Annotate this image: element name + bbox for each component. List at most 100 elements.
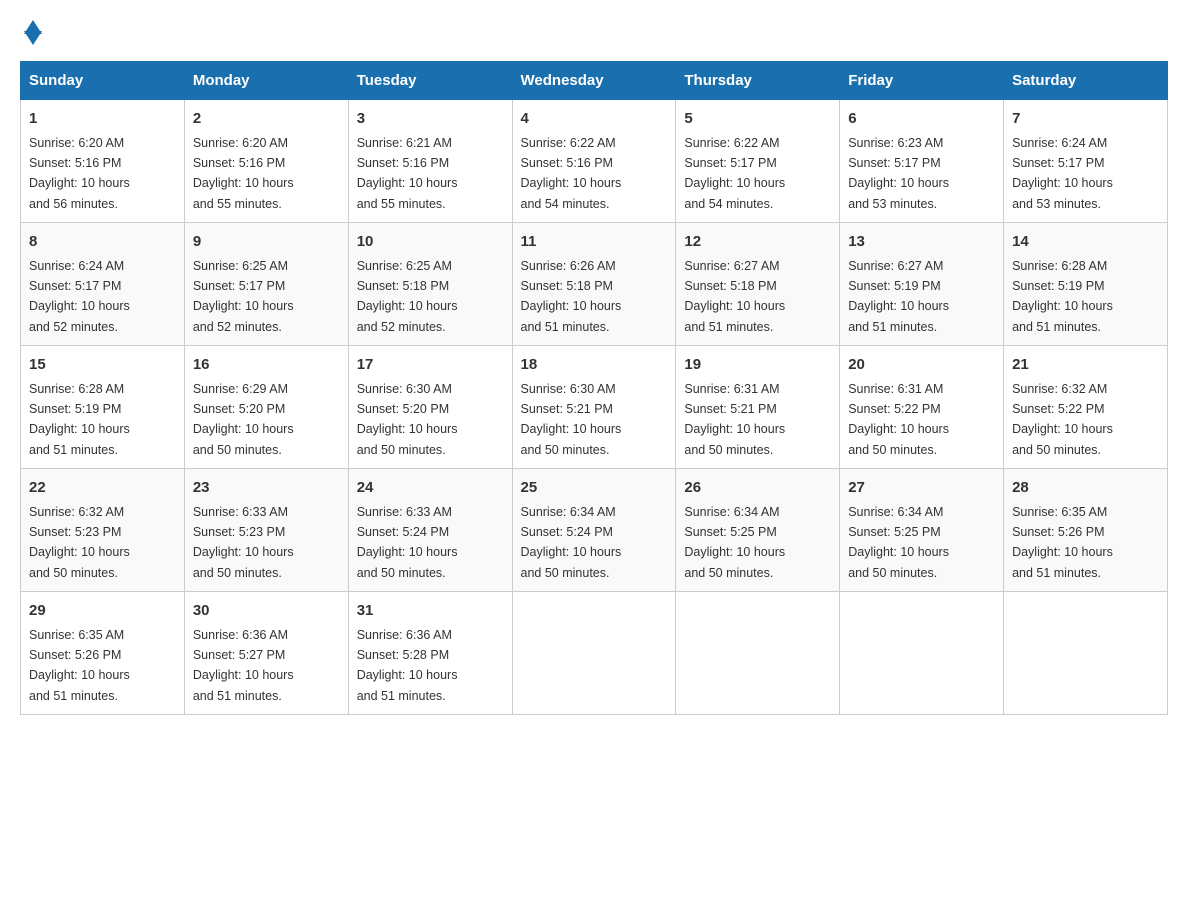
day-number: 31 [357,600,504,623]
calendar-cell: 14 Sunrise: 6:28 AMSunset: 5:19 PMDaylig… [1004,223,1168,346]
calendar-cell: 28 Sunrise: 6:35 AMSunset: 5:26 PMDaylig… [1004,469,1168,592]
day-number: 8 [29,231,176,254]
day-number: 10 [357,231,504,254]
day-detail: Sunrise: 6:34 AMSunset: 5:25 PMDaylight:… [848,505,949,580]
day-number: 15 [29,354,176,377]
day-number: 18 [521,354,668,377]
day-detail: Sunrise: 6:32 AMSunset: 5:23 PMDaylight:… [29,505,130,580]
calendar-cell: 13 Sunrise: 6:27 AMSunset: 5:19 PMDaylig… [840,223,1004,346]
day-number: 2 [193,108,340,131]
day-number: 22 [29,477,176,500]
day-detail: Sunrise: 6:35 AMSunset: 5:26 PMDaylight:… [1012,505,1113,580]
calendar-cell: 9 Sunrise: 6:25 AMSunset: 5:17 PMDayligh… [184,223,348,346]
day-detail: Sunrise: 6:27 AMSunset: 5:18 PMDaylight:… [684,259,785,334]
day-number: 13 [848,231,995,254]
calendar-body: 1 Sunrise: 6:20 AMSunset: 5:16 PMDayligh… [21,100,1168,715]
calendar-cell [676,592,840,715]
calendar-cell: 11 Sunrise: 6:26 AMSunset: 5:18 PMDaylig… [512,223,676,346]
calendar-cell: 21 Sunrise: 6:32 AMSunset: 5:22 PMDaylig… [1004,346,1168,469]
calendar-cell: 17 Sunrise: 6:30 AMSunset: 5:20 PMDaylig… [348,346,512,469]
day-detail: Sunrise: 6:27 AMSunset: 5:19 PMDaylight:… [848,259,949,334]
day-detail: Sunrise: 6:26 AMSunset: 5:18 PMDaylight:… [521,259,622,334]
day-number: 28 [1012,477,1159,500]
calendar-cell: 26 Sunrise: 6:34 AMSunset: 5:25 PMDaylig… [676,469,840,592]
day-number: 26 [684,477,831,500]
day-number: 11 [521,231,668,254]
calendar-cell: 1 Sunrise: 6:20 AMSunset: 5:16 PMDayligh… [21,100,185,223]
calendar-cell: 4 Sunrise: 6:22 AMSunset: 5:16 PMDayligh… [512,100,676,223]
day-detail: Sunrise: 6:33 AMSunset: 5:23 PMDaylight:… [193,505,294,580]
calendar-cell: 31 Sunrise: 6:36 AMSunset: 5:28 PMDaylig… [348,592,512,715]
day-number: 24 [357,477,504,500]
day-detail: Sunrise: 6:22 AMSunset: 5:16 PMDaylight:… [521,136,622,211]
day-detail: Sunrise: 6:24 AMSunset: 5:17 PMDaylight:… [1012,136,1113,211]
day-number: 16 [193,354,340,377]
day-number: 14 [1012,231,1159,254]
column-header-tuesday: Tuesday [348,62,512,100]
column-header-wednesday: Wednesday [512,62,676,100]
day-detail: Sunrise: 6:22 AMSunset: 5:17 PMDaylight:… [684,136,785,211]
logo [20,20,42,45]
week-row-3: 15 Sunrise: 6:28 AMSunset: 5:19 PMDaylig… [21,346,1168,469]
calendar-cell: 23 Sunrise: 6:33 AMSunset: 5:23 PMDaylig… [184,469,348,592]
calendar-table: SundayMondayTuesdayWednesdayThursdayFrid… [20,61,1168,715]
day-number: 30 [193,600,340,623]
day-detail: Sunrise: 6:36 AMSunset: 5:27 PMDaylight:… [193,628,294,703]
day-number: 7 [1012,108,1159,131]
day-detail: Sunrise: 6:20 AMSunset: 5:16 PMDaylight:… [29,136,130,211]
day-detail: Sunrise: 6:33 AMSunset: 5:24 PMDaylight:… [357,505,458,580]
calendar-cell: 18 Sunrise: 6:30 AMSunset: 5:21 PMDaylig… [512,346,676,469]
day-detail: Sunrise: 6:29 AMSunset: 5:20 PMDaylight:… [193,382,294,457]
day-detail: Sunrise: 6:25 AMSunset: 5:18 PMDaylight:… [357,259,458,334]
day-detail: Sunrise: 6:35 AMSunset: 5:26 PMDaylight:… [29,628,130,703]
day-number: 6 [848,108,995,131]
day-detail: Sunrise: 6:20 AMSunset: 5:16 PMDaylight:… [193,136,294,211]
calendar-cell: 22 Sunrise: 6:32 AMSunset: 5:23 PMDaylig… [21,469,185,592]
day-detail: Sunrise: 6:23 AMSunset: 5:17 PMDaylight:… [848,136,949,211]
column-header-thursday: Thursday [676,62,840,100]
calendar-cell: 12 Sunrise: 6:27 AMSunset: 5:18 PMDaylig… [676,223,840,346]
day-number: 5 [684,108,831,131]
day-detail: Sunrise: 6:30 AMSunset: 5:21 PMDaylight:… [521,382,622,457]
calendar-cell: 19 Sunrise: 6:31 AMSunset: 5:21 PMDaylig… [676,346,840,469]
calendar-cell: 3 Sunrise: 6:21 AMSunset: 5:16 PMDayligh… [348,100,512,223]
calendar-cell: 25 Sunrise: 6:34 AMSunset: 5:24 PMDaylig… [512,469,676,592]
day-detail: Sunrise: 6:34 AMSunset: 5:24 PMDaylight:… [521,505,622,580]
calendar-cell: 27 Sunrise: 6:34 AMSunset: 5:25 PMDaylig… [840,469,1004,592]
calendar-cell: 5 Sunrise: 6:22 AMSunset: 5:17 PMDayligh… [676,100,840,223]
day-number: 3 [357,108,504,131]
calendar-cell: 30 Sunrise: 6:36 AMSunset: 5:27 PMDaylig… [184,592,348,715]
day-detail: Sunrise: 6:24 AMSunset: 5:17 PMDaylight:… [29,259,130,334]
day-number: 21 [1012,354,1159,377]
day-detail: Sunrise: 6:34 AMSunset: 5:25 PMDaylight:… [684,505,785,580]
calendar-cell: 16 Sunrise: 6:29 AMSunset: 5:20 PMDaylig… [184,346,348,469]
column-header-friday: Friday [840,62,1004,100]
day-detail: Sunrise: 6:31 AMSunset: 5:21 PMDaylight:… [684,382,785,457]
week-row-2: 8 Sunrise: 6:24 AMSunset: 5:17 PMDayligh… [21,223,1168,346]
column-header-saturday: Saturday [1004,62,1168,100]
day-detail: Sunrise: 6:36 AMSunset: 5:28 PMDaylight:… [357,628,458,703]
day-number: 27 [848,477,995,500]
day-number: 1 [29,108,176,131]
day-detail: Sunrise: 6:28 AMSunset: 5:19 PMDaylight:… [1012,259,1113,334]
day-detail: Sunrise: 6:32 AMSunset: 5:22 PMDaylight:… [1012,382,1113,457]
week-row-5: 29 Sunrise: 6:35 AMSunset: 5:26 PMDaylig… [21,592,1168,715]
calendar-header: SundayMondayTuesdayWednesdayThursdayFrid… [21,62,1168,100]
calendar-cell: 29 Sunrise: 6:35 AMSunset: 5:26 PMDaylig… [21,592,185,715]
day-detail: Sunrise: 6:21 AMSunset: 5:16 PMDaylight:… [357,136,458,211]
day-number: 25 [521,477,668,500]
day-number: 23 [193,477,340,500]
day-detail: Sunrise: 6:28 AMSunset: 5:19 PMDaylight:… [29,382,130,457]
calendar-cell: 2 Sunrise: 6:20 AMSunset: 5:16 PMDayligh… [184,100,348,223]
day-number: 19 [684,354,831,377]
column-header-monday: Monday [184,62,348,100]
day-number: 4 [521,108,668,131]
day-detail: Sunrise: 6:30 AMSunset: 5:20 PMDaylight:… [357,382,458,457]
week-row-4: 22 Sunrise: 6:32 AMSunset: 5:23 PMDaylig… [21,469,1168,592]
day-number: 9 [193,231,340,254]
calendar-cell: 24 Sunrise: 6:33 AMSunset: 5:24 PMDaylig… [348,469,512,592]
calendar-cell [1004,592,1168,715]
day-detail: Sunrise: 6:31 AMSunset: 5:22 PMDaylight:… [848,382,949,457]
calendar-cell: 10 Sunrise: 6:25 AMSunset: 5:18 PMDaylig… [348,223,512,346]
page-header [20,20,1168,45]
